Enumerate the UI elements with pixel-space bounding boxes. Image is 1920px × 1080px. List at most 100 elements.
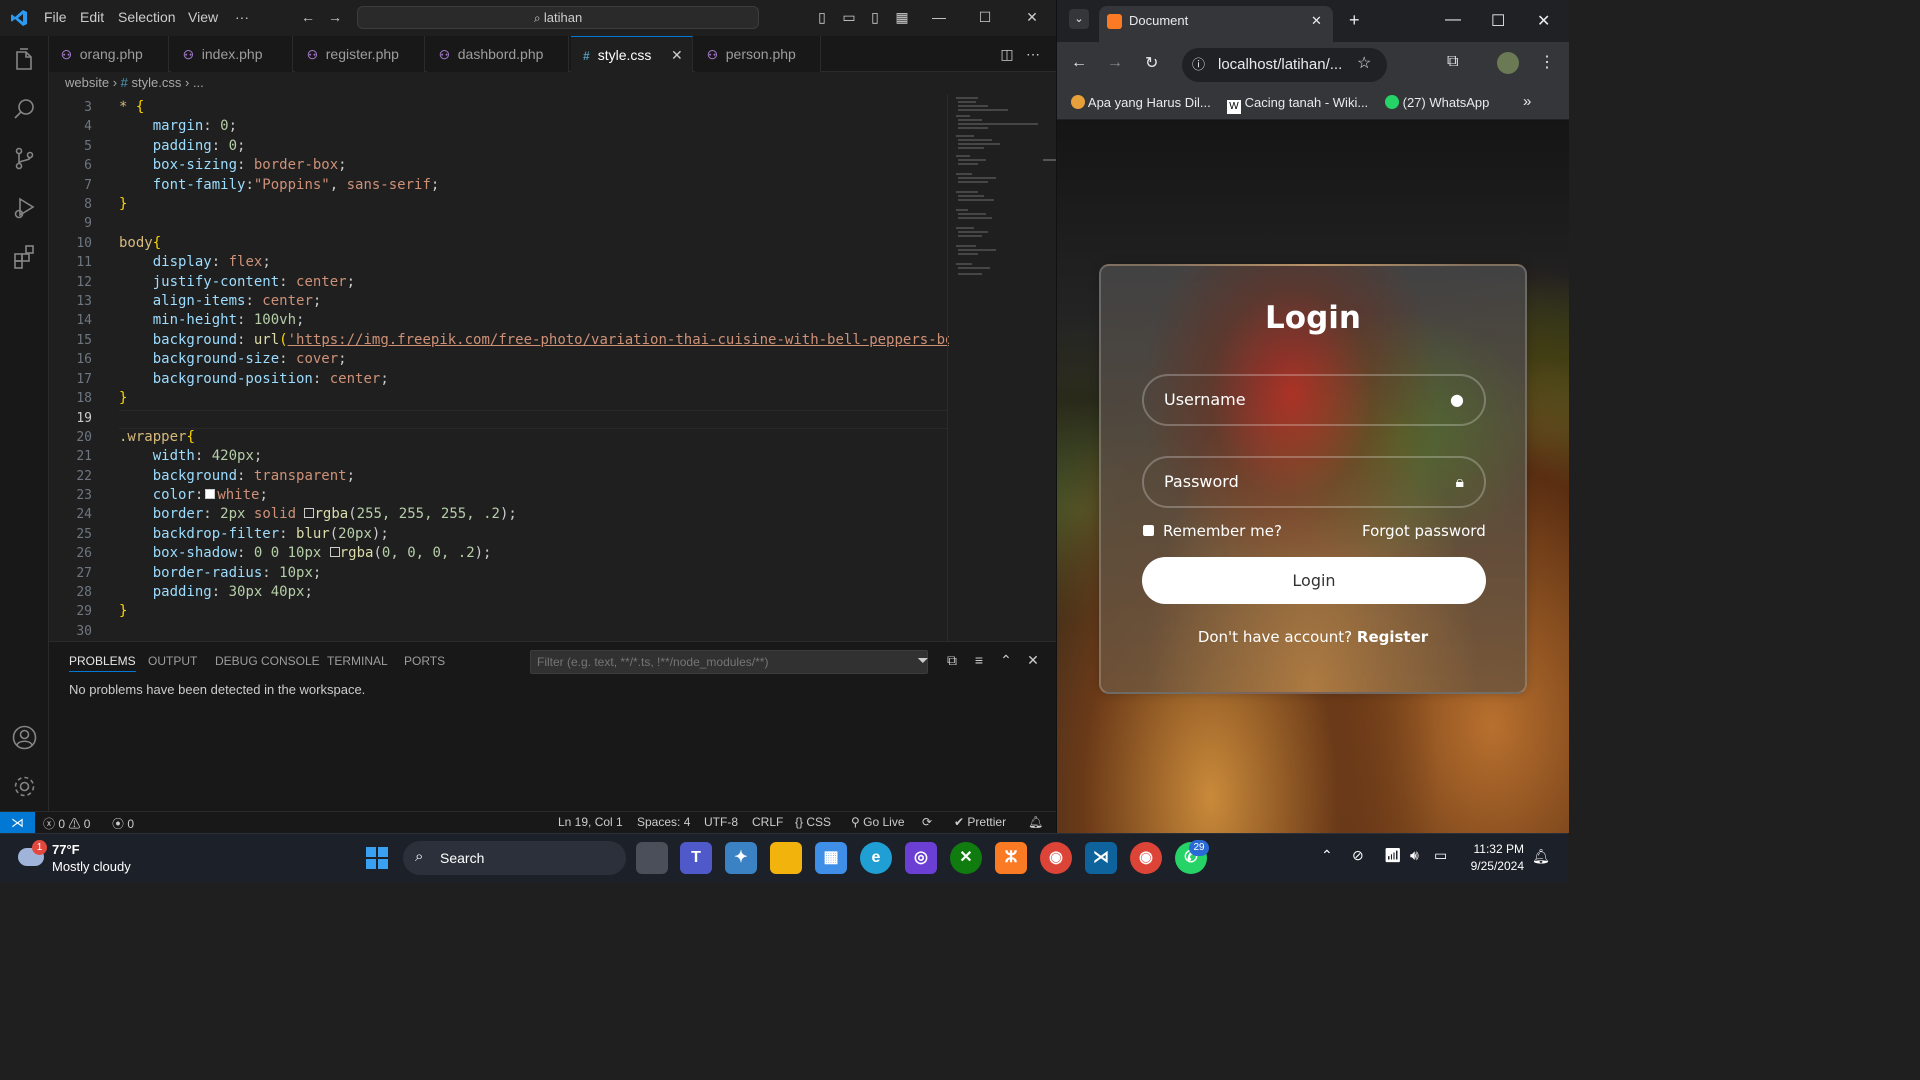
go-live-button[interactable]: ⚲ Go Live (851, 815, 905, 829)
chrome-profile-icon[interactable]: ◉ (1130, 842, 1162, 874)
command-center[interactable]: ⌕ latihan (357, 6, 759, 29)
microsoft-store-icon[interactable]: ▦ (815, 842, 847, 874)
language-mode[interactable]: {} CSS (795, 815, 831, 829)
maximize-icon[interactable]: ☐ (1491, 11, 1505, 31)
forward-arrow-icon[interactable]: → (326, 8, 344, 26)
color-swatch[interactable] (205, 489, 216, 499)
menu-kebab-icon[interactable]: ⋮ (1539, 52, 1555, 72)
xbox-icon[interactable]: ✕ (950, 842, 982, 874)
username-input[interactable]: Username ● (1142, 374, 1486, 426)
tab-orang-php[interactable]: ⚇ orang.php (49, 36, 169, 72)
copilot-icon[interactable]: ✦ (725, 842, 757, 874)
breadcrumb-more[interactable]: ... (193, 75, 204, 90)
back-arrow-icon[interactable]: ← (1071, 54, 1087, 72)
clock-time[interactable]: 11:32 PM (1468, 842, 1524, 856)
tab-problems[interactable]: PROBLEMS (69, 654, 136, 672)
close-panel-icon[interactable]: ✕ (1024, 651, 1042, 669)
color-swatch[interactable] (329, 547, 340, 557)
color-swatch[interactable] (304, 508, 315, 518)
errors-status[interactable]: ⓧ 0 ⚠ 0 (43, 815, 90, 832)
maximize-panel-icon[interactable]: ⌃ (997, 651, 1015, 669)
reload-icon[interactable]: ↻ (1145, 53, 1158, 73)
account-icon[interactable] (11, 724, 38, 751)
customize-layout-icon[interactable]: ▦ (893, 8, 911, 26)
bookmark-item[interactable]: W Cacing tanah - Wiki... (1227, 95, 1368, 114)
search-icon[interactable] (11, 96, 38, 123)
cursor-position[interactable]: Ln 19, Col 1 (558, 815, 623, 829)
chevron-up-icon[interactable]: ⌃ (1321, 847, 1333, 864)
weather-widget[interactable]: 1 (18, 840, 47, 868)
task-view-icon[interactable] (636, 842, 668, 874)
bookmark-star-icon[interactable]: ☆ (1357, 53, 1371, 73)
volume-icon[interactable]: 🔊︎ (1410, 847, 1419, 864)
breadcrumb-folder[interactable]: website (65, 75, 109, 90)
site-info-icon[interactable]: ⓘ (1192, 48, 1205, 82)
close-tab-icon[interactable]: ✕ (1311, 6, 1322, 36)
tab-output[interactable]: OUTPUT (148, 654, 197, 668)
minimize-icon[interactable]: — (1445, 11, 1461, 29)
menu-view[interactable]: View (188, 9, 218, 25)
notifications-bell-icon[interactable]: 🔔︎ (1028, 815, 1043, 829)
indentation[interactable]: Spaces: 4 (637, 815, 690, 829)
teams-icon[interactable]: T (680, 842, 712, 874)
tab-register-php[interactable]: ⚇ register.php (295, 36, 425, 72)
maximize-icon[interactable]: ☐ (976, 8, 994, 26)
filter-icon[interactable]: ⏷ (914, 651, 932, 669)
tab-style-css[interactable]: # style.css ✕ (571, 36, 693, 72)
bookmark-item[interactable]: (27) WhatsApp (1385, 95, 1489, 110)
back-arrow-icon[interactable]: ← (299, 8, 317, 26)
new-tab-icon[interactable]: + (1349, 10, 1360, 31)
more-actions-icon[interactable]: ⋯ (1024, 45, 1042, 63)
tab-index-php[interactable]: ⚇ index.php (171, 36, 293, 72)
chrome-icon[interactable]: ◉ (1040, 842, 1072, 874)
browser-tab-document[interactable]: Document ✕ (1099, 6, 1333, 42)
extensions-icon[interactable] (11, 243, 38, 270)
prettier-status[interactable]: ✔ Prettier (954, 815, 1006, 829)
forgot-password-link[interactable]: Forgot password (1362, 522, 1486, 540)
menu-selection[interactable]: Selection (118, 9, 176, 25)
code-editor[interactable]: 3 4 5 6 7 8 9 10 11 12 13 14 15 16 17 18… (49, 94, 1056, 641)
remember-checkbox[interactable] (1143, 525, 1154, 536)
file-explorer-icon[interactable] (770, 842, 802, 874)
source-control-icon[interactable] (11, 145, 38, 172)
taskbar-search-box[interactable]: ⌕ Search (403, 841, 626, 875)
ports-status[interactable]: ⦿ 0 (112, 815, 134, 832)
close-window-icon[interactable]: ✕ (1537, 11, 1550, 31)
line-ending[interactable]: CRLF (752, 815, 783, 829)
windows-start-icon[interactable] (361, 842, 393, 874)
problems-filter-input[interactable] (530, 650, 928, 674)
edge-icon[interactable]: e (860, 842, 892, 874)
view-as-list-icon[interactable]: ≡ (970, 651, 988, 669)
close-window-icon[interactable]: ✕ (1023, 8, 1041, 26)
password-input[interactable]: Password 🔒︎ (1142, 456, 1486, 508)
collapse-all-icon[interactable]: ⧉ (943, 651, 961, 669)
close-tab-icon[interactable]: ✕ (671, 37, 683, 73)
settings-gear-icon[interactable] (11, 773, 38, 800)
toggle-sidebar-icon[interactable]: ▯ (813, 8, 831, 26)
tab-debug-console[interactable]: DEBUG CONSOLE (215, 654, 320, 668)
xampp-icon[interactable]: ⵣ (995, 842, 1027, 874)
toggle-panel-icon[interactable]: ▭ (840, 8, 858, 26)
breadcrumb-file[interactable]: style.css (132, 75, 182, 90)
run-debug-icon[interactable] (11, 194, 38, 221)
network-off-icon[interactable]: ⊘ (1352, 847, 1364, 864)
register-link[interactable]: Register (1357, 628, 1428, 646)
remote-icon[interactable]: ⋊ (0, 812, 35, 834)
forward-arrow-icon[interactable]: → (1107, 54, 1123, 72)
minimap[interactable] (947, 94, 1043, 641)
menu-more[interactable]: ··· (235, 9, 249, 25)
sync-icon[interactable]: ⟳ (922, 815, 932, 829)
profile-avatar[interactable] (1497, 52, 1519, 74)
wifi-icon[interactable]: 📶︎ (1384, 847, 1402, 864)
encoding[interactable]: UTF-8 (704, 815, 738, 829)
more-bookmarks-icon[interactable]: » (1523, 93, 1531, 110)
split-editor-icon[interactable]: ◫ (998, 45, 1016, 63)
notifications-bell-icon[interactable]: 🔔︎ (1532, 848, 1550, 865)
app-icon[interactable]: ◎ (905, 842, 937, 874)
explorer-icon[interactable] (11, 47, 38, 74)
bookmark-item[interactable]: Apa yang Harus Dil... (1071, 95, 1211, 110)
tab-terminal[interactable]: TERMINAL (327, 654, 388, 668)
login-button[interactable]: Login (1142, 557, 1486, 604)
menu-edit[interactable]: Edit (80, 9, 104, 25)
clock-date[interactable]: 9/25/2024 (1466, 859, 1524, 873)
